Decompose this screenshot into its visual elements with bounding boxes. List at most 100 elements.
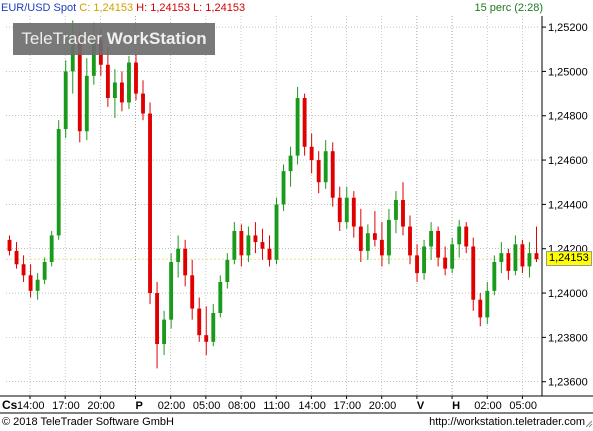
candle-body [169,262,174,320]
candle-body [112,82,117,99]
close-label: C: [79,2,91,14]
candle-body [492,262,497,291]
price-chart[interactable]: 1,252001,250001,248001,246001,244001,242… [0,0,593,431]
candle-body [56,129,61,236]
candle-body [148,113,152,294]
x-tick-label: 17:00 [334,400,362,412]
candle [127,55,131,110]
candle-body [225,259,230,282]
candle-body [372,233,377,240]
x-tick-label: 20:00 [87,400,115,412]
candle-body [211,312,216,342]
candle-body [464,226,469,247]
website-link[interactable]: http://workstation.teletrader.com [429,413,585,431]
candle-body [190,275,195,309]
candle-body [267,248,272,260]
candle [330,142,335,207]
candle-body [365,233,370,251]
last-price-value: 1,24153 [549,252,589,264]
interval-label[interactable]: 15 perc (2:28) [475,0,543,16]
candle [49,230,54,267]
candle [295,86,300,165]
y-tick-label: 1,25000 [548,66,588,78]
candle-body [253,235,258,243]
candle-body [84,75,89,132]
candle-body [127,62,131,103]
candle-body [49,235,54,263]
candle-body [450,244,455,269]
x-tick-label: 05:00 [509,400,537,412]
day-marker-label: V [417,400,425,412]
chart-header: EUR/USD Spot C: 1,24153 H: 1,24153 L: 1,… [0,0,593,16]
candle-body [120,82,124,103]
candle-body [204,335,209,342]
candle-body [246,235,251,256]
candle-body [28,275,33,291]
symbol-label[interactable]: EUR/USD Spot [1,2,76,14]
resize-grip-icon[interactable] [585,416,593,428]
day-marker-label: H [452,400,460,412]
candle [148,102,152,305]
candle-body [134,62,138,94]
candle-body [351,197,356,227]
candle-body [21,264,26,276]
y-tick-label: 1,23800 [548,332,588,344]
candle-body [105,64,110,99]
candle-body [415,255,419,274]
y-tick-label: 1,25200 [548,22,588,34]
day-marker-label: P [136,400,143,412]
x-tick-label: 08:00 [228,400,256,412]
candle-body [457,226,462,245]
chart-footer: © 2018 TeleTrader Software GmbH http://w… [0,413,593,431]
watermark-logo: TeleTrader WorkStation [13,23,215,55]
y-tick-label: 1,24800 [548,111,588,123]
candle-body [478,299,483,318]
candle-body [520,244,525,267]
candle-body [337,197,342,223]
watermark-bold: WorkStation [106,29,207,48]
candle-body [176,248,181,263]
x-tick-label: 05:00 [193,400,221,412]
watermark-light: TeleTrader [21,29,103,48]
y-tick-label: 1,23600 [548,377,588,389]
candle-body [302,98,307,147]
y-tick-label: 1,24400 [548,199,588,211]
candle-body [42,262,47,280]
candle-body [429,230,434,247]
candle [274,197,279,265]
candle [302,93,307,156]
candle-body [141,93,145,114]
chart-window: 1,25200 1,25000 1,24800 1,24600 1,24400 1,242… [0,0,593,431]
x-axis-corner-label: Cs [2,398,18,412]
candle-body [344,197,349,223]
candle-body [358,226,363,251]
close-value: 1,24153 [93,2,134,14]
candle-body [239,230,244,256]
x-tick-label: 11:00 [263,400,290,412]
candle-body [513,244,518,271]
candle-body [274,204,279,260]
candle-body [162,319,167,345]
x-tick-label: 20:00 [369,400,397,412]
candle-body [408,226,412,256]
candle-body [309,146,314,161]
high-value: 1,24153 [150,2,190,14]
candle-body [422,246,426,274]
candle-body [443,257,448,269]
x-tick-label: 17:00 [52,400,80,412]
x-tick-label: 02:00 [474,400,502,412]
candle-body [485,290,490,318]
candle-body [183,248,188,276]
candle-body [63,71,68,130]
low-value: 1,24153 [205,2,246,14]
candle-body [534,253,539,260]
candle-body [7,239,12,251]
candle-body [197,308,202,336]
candle-body [260,242,265,249]
candle-body [387,219,391,256]
candle-body [323,151,328,183]
candle-body [14,250,19,265]
candle [169,253,174,329]
candle-body [281,171,286,205]
x-tick-label: 14:00 [17,400,45,412]
